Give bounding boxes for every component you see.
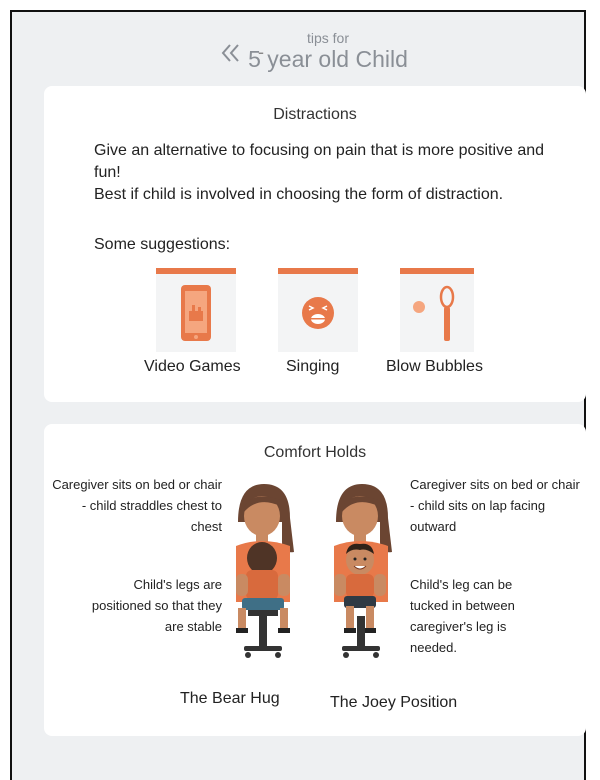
comfort-holds-card: Comfort Holds Caregiver sits on bed or c… [44, 424, 586, 736]
suggestion-label-blow-bubbles: Blow Bubbles [386, 358, 483, 375]
distractions-tip: Best if child is involved in choosing th… [94, 186, 504, 203]
bear-hug-label: The Bear Hug [180, 690, 280, 707]
tips-for-label: tips for [306, 30, 349, 46]
suggestions-heading: Some suggestions: [94, 236, 231, 253]
app-frame: - tips for 5 year old Child Distractions… [10, 10, 586, 780]
suggestion-tile [278, 274, 358, 352]
singing-face-icon [302, 297, 334, 329]
joey-legs-note: Child's leg can be tucked in between car… [410, 577, 515, 655]
suggestion-tile [156, 274, 236, 352]
distractions-card: Distractions Give an alternative to focu… [44, 86, 586, 402]
comfort-holds-title: Comfort Holds [263, 444, 367, 461]
distractions-title: Distractions [273, 106, 357, 123]
suggestion-singing[interactable] [278, 268, 358, 352]
bubble-wand-icon [413, 285, 455, 341]
suggestion-label-video-games: Video Games [144, 358, 241, 375]
page-title: 5 year old Child [248, 46, 408, 72]
tablet-icon [181, 285, 211, 341]
joey-description: Caregiver sits on bed or chair - child s… [410, 477, 580, 534]
bear-hug-legs-note: Child's legs are positioned so that they… [91, 577, 222, 634]
suggestion-blow-bubbles[interactable] [400, 268, 474, 352]
bear-hug-illustration [236, 484, 294, 658]
joey-position-label: The Joey Position [330, 694, 458, 711]
bear-hug-description: Caregiver sits on bed or chair - child s… [52, 477, 222, 534]
distractions-description: Give an alternative to focusing on pain … [94, 142, 545, 181]
suggestion-label-singing: Singing [286, 358, 340, 375]
joey-position-illustration [334, 484, 392, 658]
header: - tips for 5 year old Child [12, 12, 584, 90]
suggestion-video-games[interactable] [156, 268, 236, 352]
suggestion-tile [400, 274, 474, 352]
